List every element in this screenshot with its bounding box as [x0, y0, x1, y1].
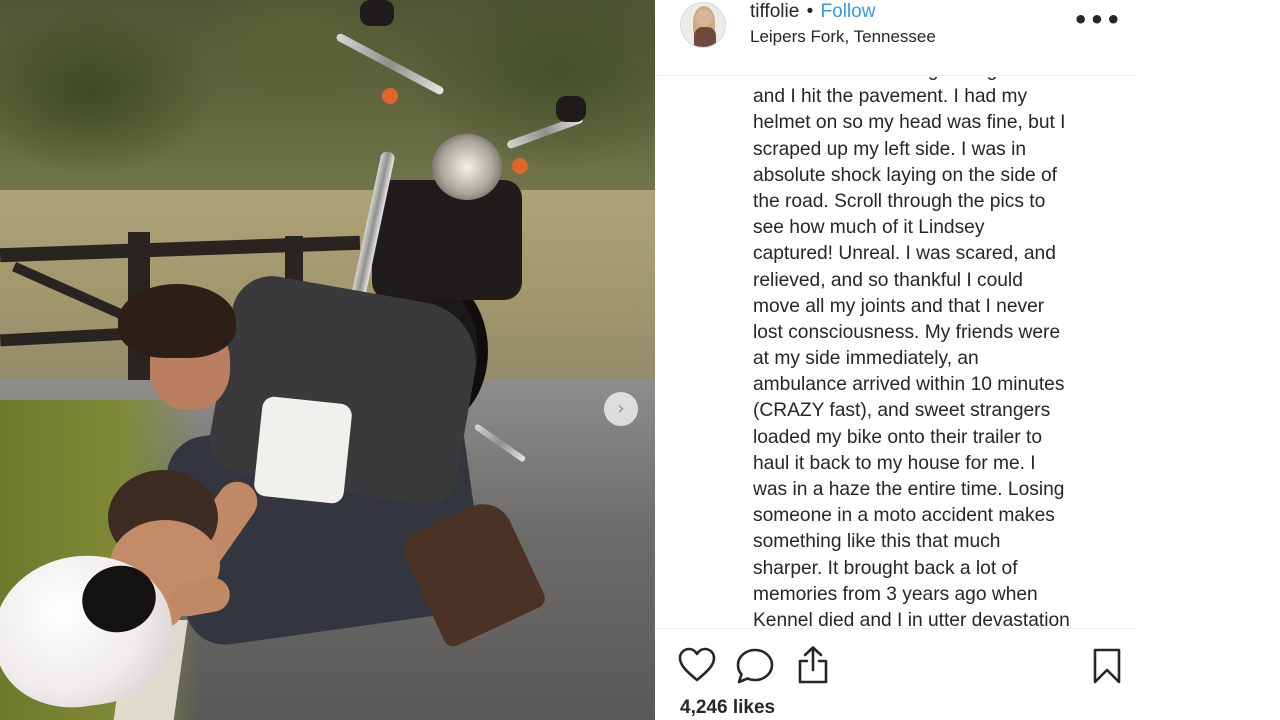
comment-icon — [736, 648, 774, 684]
caption-line: and I hit the pavement. I had my — [753, 86, 1028, 108]
caption-line: at my side immediately, an — [753, 348, 979, 370]
caption-line: helmet on so my head was fine, but I — [753, 112, 1066, 134]
motorcycle-headlight — [432, 134, 502, 200]
comment-button[interactable] — [735, 647, 775, 685]
caption-line: move all my joints and that I never — [753, 295, 1045, 317]
caption-line: Kennel died and I in utter devastation — [753, 609, 1070, 628]
follow-button[interactable]: Follow — [821, 1, 876, 22]
motorcycle-body — [372, 180, 522, 300]
more-options-button[interactable]: ••• — [1073, 8, 1122, 32]
caption-line: (CRAZY fast), and sweet strangers — [753, 400, 1051, 422]
likes-count[interactable]: 4,246 likes — [680, 697, 775, 719]
caption-line: someone in a moto accident makes — [753, 505, 1055, 527]
save-button[interactable] — [1092, 647, 1122, 685]
share-icon — [798, 646, 828, 684]
avatar-body — [694, 27, 716, 47]
caption-line: sharper. It brought back a lot of — [753, 557, 1018, 579]
caption-line: lost consciousness. My friends were — [753, 321, 1061, 343]
caption-line: scraped up my left side. I was in — [753, 138, 1027, 160]
username-line: tiffolie • Follow — [750, 1, 875, 23]
motorcycle-mirror — [360, 0, 394, 26]
caption-line: something like this that much — [753, 531, 1001, 553]
man-sleeve — [253, 395, 353, 505]
post-details-panel: tiffolie • Follow Leipers Fork, Tennesse… — [655, 0, 1136, 720]
caption-line: the road. Scroll through the pics to — [753, 190, 1046, 212]
caption-scroll-area[interactable]: the road. It slid through the grass and I… — [655, 77, 1136, 628]
caption-line: loaded my bike onto their trailer to — [753, 426, 1043, 448]
post-header: tiffolie • Follow Leipers Fork, Tennesse… — [655, 0, 1136, 76]
separator-dot: • — [806, 1, 814, 22]
username-link[interactable]: tiffolie — [750, 1, 799, 22]
caption-line: relieved, and so thankful I could — [753, 269, 1023, 291]
motorcycle-mirror — [556, 96, 586, 122]
post-photo[interactable]: › — [0, 0, 655, 720]
caption-line: was in a haze the entire time. Losing — [753, 479, 1065, 500]
location-link[interactable]: Leipers Fork, Tennessee — [750, 27, 936, 47]
share-button[interactable] — [795, 645, 831, 685]
post-actions: 4,246 likes — [655, 628, 1136, 720]
caption-line: the road. It slid through the grass — [753, 77, 1123, 84]
like-button[interactable] — [678, 647, 716, 683]
more-horizontal-icon: ••• — [1072, 6, 1122, 34]
motorcycle-turn-signal — [512, 158, 528, 174]
bookmark-icon — [1093, 648, 1121, 684]
carousel-next-button[interactable]: › — [604, 392, 638, 426]
avatar-face — [696, 9, 712, 27]
caption-line: absolute shock laying on the side of — [753, 164, 1058, 186]
caption-line: see how much of it Lindsey — [753, 217, 985, 239]
caption-line: captured! Unreal. I was scared, and — [753, 243, 1056, 265]
motorcycle-turn-signal — [382, 88, 398, 104]
man-hair — [118, 284, 236, 358]
chevron-right-icon: › — [617, 398, 625, 419]
caption-line: haul it back to my house for me. I — [753, 452, 1036, 474]
avatar[interactable] — [680, 2, 726, 48]
caption-line: ambulance arrived within 10 minutes — [753, 374, 1065, 396]
heart-icon — [678, 647, 716, 682]
caption-line: memories from 3 years ago when — [753, 583, 1038, 605]
post-caption: the road. It slid through the grass and I… — [753, 77, 1123, 628]
page-margin — [1136, 0, 1280, 720]
